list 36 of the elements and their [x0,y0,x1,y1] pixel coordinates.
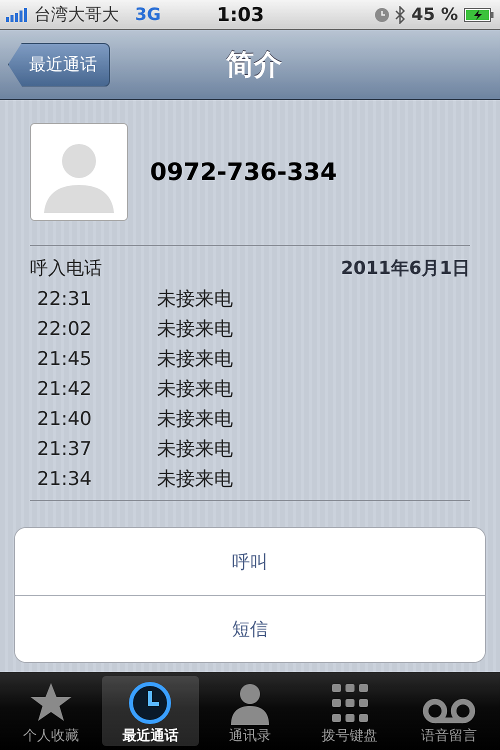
call-status: 未接来电 [157,467,233,492]
signal-icon [6,8,28,22]
avatar-icon [30,123,128,221]
call-status: 未接来电 [157,377,233,402]
clock-time: 1:03 [216,4,264,26]
call-status: 未接来电 [157,407,233,432]
call-status: 未接来电 [157,437,233,462]
call-type: 呼入电话 [30,257,102,280]
call-date: 2011年6月1日 [340,257,470,280]
tab-bar-item[interactable]: 个人收藏 [2,676,100,746]
clock-icon [128,681,172,725]
call-time: 21:34 [37,468,93,490]
battery-percent: 45 % [411,4,458,24]
voicemail-icon [421,697,478,725]
call-status: 未接来电 [157,347,233,372]
call-time: 22:02 [37,318,93,340]
tab-bar-item[interactable]: 语音留言 [400,676,498,746]
call-time: 21:37 [37,438,93,460]
phone-number: 0972-736-334 [150,158,337,186]
screen-title: 简介 [226,46,282,82]
call-time: 21:40 [37,408,93,430]
alarm-icon [375,8,390,22]
bluetooth-icon [395,6,406,24]
network-type: 3G [135,4,161,24]
call-status: 未接来电 [157,287,233,312]
call-time: 22:31 [37,288,93,310]
back-button[interactable]: 最近通话 [8,42,110,86]
tab-bar-item[interactable]: 最近通话 [102,676,200,746]
battery-charging-icon [464,8,494,22]
call-status: 未接来电 [157,317,233,342]
tab-bar-item[interactable]: 拨号键盘 [300,676,398,746]
tab-bar-item[interactable]: 通讯录 [201,676,299,746]
call-time: 21:42 [37,378,93,400]
action-button[interactable]: 短信 [15,595,485,662]
carrier-name: 台湾大哥大 [34,4,119,26]
call-time: 21:45 [37,348,93,370]
